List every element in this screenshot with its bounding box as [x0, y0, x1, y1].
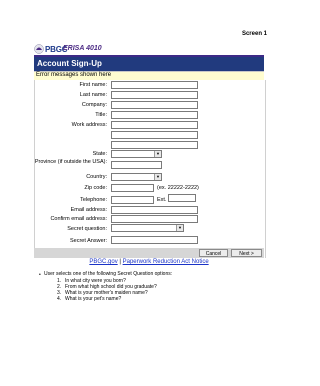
company-label: Company: — [81, 102, 107, 108]
link-separator: | — [119, 259, 121, 265]
ext-input[interactable] — [168, 194, 196, 202]
work-address-line-2-input[interactable] — [111, 131, 198, 139]
telephone-label: Telephone: — [80, 197, 107, 203]
error-message: Error messages shown here — [36, 72, 112, 78]
last-name-label: Last name: — [79, 92, 107, 98]
zip-code-hint: (ex. 22222-2222) — [157, 185, 199, 191]
cancel-button[interactable]: Cancel — [199, 249, 228, 257]
work-address-label: Work address: — [71, 122, 107, 128]
zip-code-label: Zip code: — [84, 185, 107, 191]
logo-erisa-text: ERISA 4010 — [63, 45, 102, 52]
list-item: 4. What is your pet's name? — [57, 296, 122, 302]
ext-label: Ext. — [157, 197, 167, 203]
first-name-input[interactable] — [111, 81, 198, 89]
button-bar — [34, 248, 264, 258]
chevron-down-icon: ▼ — [176, 225, 183, 231]
secret-question-list: 1. In what city were you born? 2. From wha… — [57, 278, 157, 302]
company-input[interactable] — [111, 101, 198, 109]
country-label: Country: — [86, 174, 107, 180]
country-select[interactable]: ▼ — [111, 173, 162, 181]
next-button[interactable]: Next > — [231, 249, 262, 257]
page-title: Account Sign-Up — [37, 59, 102, 68]
pbgc-gov-link[interactable]: PBGC.gov — [89, 259, 117, 265]
secret-answer-input[interactable] — [111, 236, 198, 244]
email-label: Email address: — [70, 207, 107, 213]
bullet-icon: • — [39, 272, 41, 278]
confirm-email-label: Confirm email address: — [50, 216, 107, 222]
title-input[interactable] — [111, 111, 198, 119]
footer-links: PBGC.gov | Paperwork Reduction Act Notic… — [0, 259, 298, 265]
chevron-down-icon: ▼ — [154, 151, 161, 157]
province-input[interactable] — [111, 161, 162, 169]
first-name-label: First name: — [79, 82, 107, 88]
telephone-input[interactable] — [111, 196, 154, 204]
secret-question-label: Secret question: — [67, 226, 107, 232]
title-label: Title: — [95, 112, 107, 118]
chevron-down-icon: ▼ — [154, 174, 161, 180]
secret-question-select[interactable]: ▼ — [111, 224, 184, 232]
screen-label: Screen 1 — [241, 31, 267, 37]
state-label: State: — [92, 151, 107, 157]
last-name-input[interactable] — [111, 91, 198, 99]
email-input[interactable] — [111, 206, 198, 214]
state-select[interactable]: ▼ — [111, 150, 162, 158]
work-address-line-1-input[interactable] — [111, 121, 198, 129]
paperwork-reduction-link[interactable]: Paperwork Reduction Act Notice — [123, 259, 209, 265]
secret-answer-label: Secret Answer: — [70, 238, 107, 244]
confirm-email-input[interactable] — [111, 215, 198, 223]
work-address-line-3-input[interactable] — [111, 141, 198, 149]
zip-code-input[interactable] — [111, 184, 154, 192]
notes-intro: User selects one of the following Secret… — [44, 271, 173, 277]
province-label: Province (if outside the USA): — [34, 159, 107, 165]
